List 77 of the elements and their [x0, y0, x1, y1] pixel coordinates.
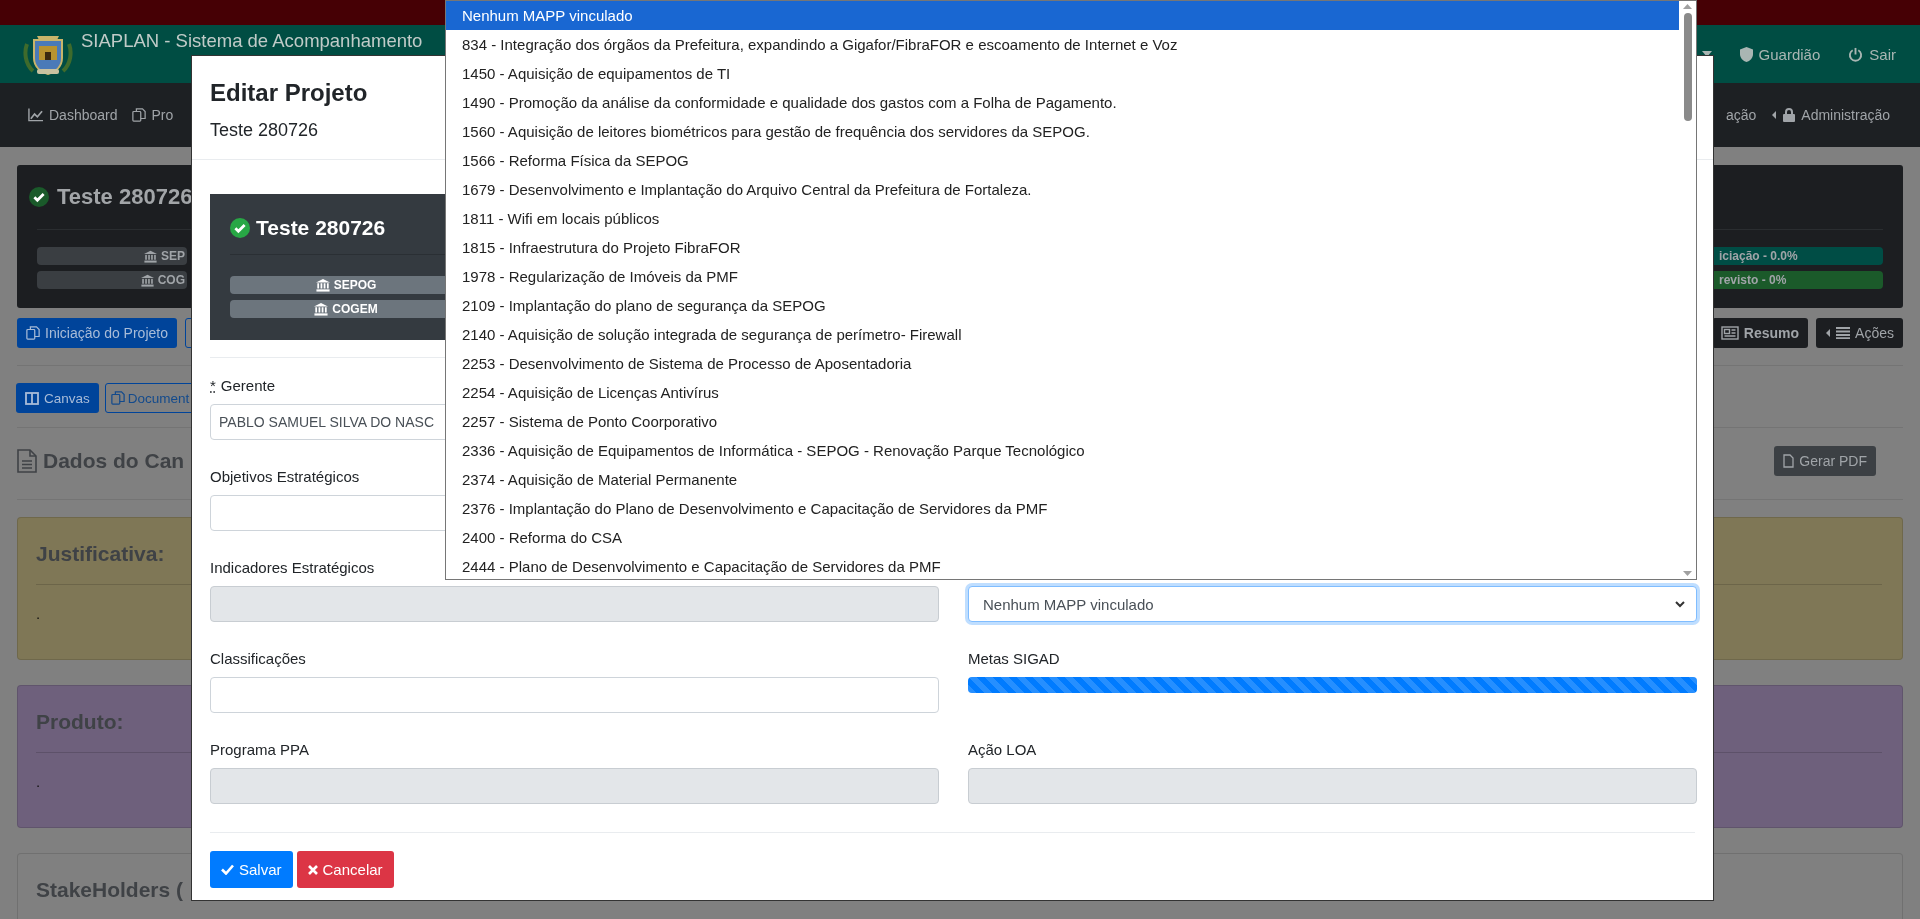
unit-badge: COG: [37, 271, 187, 289]
logout-link[interactable]: Sair: [1848, 45, 1896, 63]
close-icon: [307, 864, 318, 875]
summary-button[interactable]: Resumo: [1711, 318, 1809, 348]
dropdown-option[interactable]: 2376 - Implantação do Plano de Desenvolvimento e Capacitação de Servidores da PMF: [446, 494, 1679, 523]
scroll-down-icon: [1683, 571, 1692, 576]
dropdown-option[interactable]: 2374 - Aquisição de Material Permanente: [446, 465, 1679, 494]
nav-link[interactable]: Administração: [1771, 107, 1890, 123]
pdf-button[interactable]: Gerar PDF: [1774, 446, 1876, 476]
cancel-button[interactable]: Cancelar: [296, 851, 394, 888]
dropdown-option[interactable]: 1811 - Wifi em locais públicos: [446, 204, 1679, 233]
dropdown-option[interactable]: 1679 - Desenvolvimento e Implantação do Arquivo Central da Prefeitura de Fortaleza.: [446, 175, 1679, 204]
chart-icon: [28, 108, 43, 122]
newspaper-icon: [1720, 326, 1739, 340]
dropdown-option[interactable]: 2254 - Aquisição de Licenças Antivírus: [446, 378, 1679, 407]
scrollbar-thumb[interactable]: [1683, 13, 1692, 121]
check-circle-icon: [29, 187, 49, 207]
field-label: Objetivos Estratégicos: [210, 467, 360, 487]
bank-icon: [144, 249, 157, 263]
bank-icon: [314, 302, 329, 316]
select-field[interactable]: Nenhum MAPP vinculado: [968, 586, 1697, 622]
project-title: Teste 280726: [256, 216, 386, 240]
check-circle-icon: [230, 218, 250, 238]
field-label: Programa PPA: [210, 740, 309, 760]
copy-icon: [26, 326, 40, 340]
dropdown-option[interactable]: 834 - Integração dos órgãos da Prefeitura, expandindo a Gigafor/FibraFOR e escoamento de Internet e Voz: [446, 30, 1679, 59]
text-field[interactable]: [210, 677, 939, 713]
dropdown-option[interactable]: 1560 - Aquisição de leitores biométricos para gestão de frequência dos servidores da SEPOG.: [446, 117, 1679, 146]
caret-left-icon: [1825, 328, 1832, 338]
copy-icon: [110, 391, 125, 405]
dropdown-option[interactable]: 2336 - Aquisição de Equipamentos de Informática - SEPOG - Renovação Parque Tecnológico: [446, 436, 1679, 465]
shield-icon: [1739, 46, 1753, 62]
save-button[interactable]: Salvar: [210, 851, 293, 888]
dropdown-option[interactable]: 2140 - Aquisição de solução integrada de segurança de perímetro- Firewall: [446, 320, 1679, 349]
bank-icon: [315, 278, 330, 292]
bank-icon: [140, 273, 154, 287]
panel-title: StakeHolders (: [36, 877, 184, 903]
copy-icon: [131, 108, 146, 122]
list-icon: [1836, 327, 1851, 339]
dropdown-option[interactable]: 1566 - Reforma Física da SEPOG: [446, 146, 1679, 175]
field-label: Classificações: [210, 649, 306, 669]
field-label: Indicadores Estratégicos: [210, 558, 375, 578]
dropdown-option[interactable]: 2444 - Plano de Desenvolvimento e Capacitação de Servidores da PMF: [446, 552, 1679, 579]
initiation-button[interactable]: Iniciação do Projeto: [17, 318, 177, 348]
dropdown-option[interactable]: Nenhum MAPP vinculado: [446, 1, 1679, 30]
section-title: Dados do Can: [43, 449, 185, 473]
panel-title: Justificativa:: [36, 541, 165, 567]
dropdown-option[interactable]: 1450 - Aquisição de equipamentos de TI: [446, 59, 1679, 88]
dialog-subtitle: Teste 280726: [210, 119, 319, 142]
lock-icon: [1783, 108, 1796, 122]
view-tab[interactable]: Canvas: [16, 383, 99, 413]
caret-down-icon: [1701, 51, 1712, 57]
dropdown-option[interactable]: 1490 - Promoção da análise da conformidade e qualidade dos gastos com a Folha de Pagamento.: [446, 88, 1679, 117]
dialog-title: Editar Projeto: [210, 78, 368, 108]
unit-badge: SEP: [37, 247, 187, 265]
app-title: SIAPLAN - Sistema de Acompanhamento: [81, 29, 423, 53]
panel-text: .: [36, 773, 42, 790]
nav-link[interactable]: Dashboard: [28, 107, 118, 123]
document-icon: [17, 449, 37, 473]
columns-icon: [25, 391, 39, 405]
chevron-down-icon: [1674, 598, 1686, 610]
field-label: Metas SIGAD: [968, 649, 1060, 669]
actions-button[interactable]: Ações: [1816, 318, 1903, 348]
dropdown-option[interactable]: 2400 - Reforma do CSA: [446, 523, 1679, 552]
scroll-up-icon: [1683, 4, 1692, 9]
dropdown-option[interactable]: 2253 - Desenvolvimento de Sistema de Processo de Aposentadoria: [446, 349, 1679, 378]
power-icon: [1848, 46, 1864, 62]
guardian-link[interactable]: Guardião: [1739, 45, 1821, 63]
dropdown-option[interactable]: 2257 - Sistema de Ponto Coorporativo: [446, 407, 1679, 436]
dropdown-option[interactable]: 1815 - Infraestrutura do Projeto FibraFOR: [446, 233, 1679, 262]
pdf-file-icon: [1783, 454, 1795, 468]
caret-left-icon: [1771, 110, 1778, 120]
field-label: Ação LOA: [968, 740, 1037, 760]
project-title: Teste 280726: [57, 184, 193, 210]
check-icon: [221, 864, 234, 875]
nav-link[interactable]: ação: [1725, 107, 1757, 123]
nav-link[interactable]: Pro: [131, 107, 174, 123]
